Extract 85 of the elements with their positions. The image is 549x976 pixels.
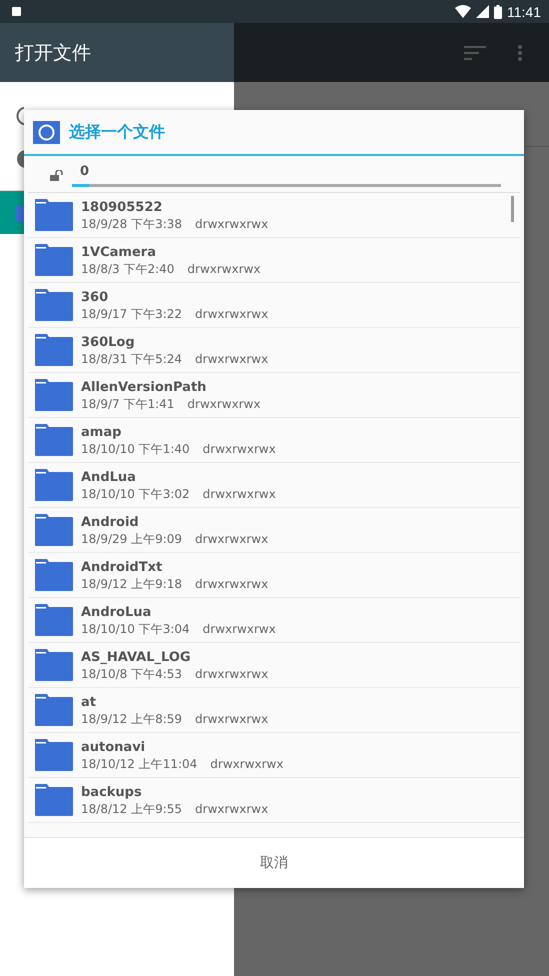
folder-icon	[35, 514, 73, 546]
cancel-button[interactable]: 取消	[240, 846, 308, 880]
file-row[interactable]: Android 18/9/29 上午9:09 drwxrwxrwx	[28, 508, 520, 553]
file-row[interactable]: AndroLua 18/10/10 下午3:04 drwxrwxrwx	[28, 598, 520, 643]
file-row[interactable]: 360Log 18/8/31 下午5:24 drwxrwxrwx	[28, 328, 520, 373]
file-date: 18/9/7 下午1:41	[81, 396, 174, 412]
file-permissions: drwxrwxrwx	[202, 620, 276, 636]
file-permissions: drwxrwxrwx	[210, 756, 284, 772]
file-row[interactable]: AS_HAVAL_LOG 18/10/8 下午4:53 drwxrwxrwx	[28, 643, 520, 688]
file-row[interactable]: AndroidTxt 18/9/12 上午9:18 drwxrwxrwx	[28, 553, 520, 598]
file-row[interactable]: 180905522 18/9/28 下午3:38 drwxrwxrwx	[28, 193, 520, 238]
clock-time: 11:41	[507, 4, 541, 20]
file-name: 360Log	[81, 334, 136, 350]
file-date: 18/8/3 下午2:40	[81, 260, 174, 276]
signal-icon	[476, 5, 489, 18]
file-date: 18/9/12 上午9:18	[81, 576, 182, 592]
folder-icon	[35, 289, 73, 321]
file-name: amap	[81, 424, 122, 440]
file-name: Android	[81, 514, 140, 530]
file-name: 180905522	[81, 198, 164, 216]
file-date: 18/9/28 下午3:38	[81, 216, 182, 232]
file-permissions: drwxrwxrwx	[202, 440, 276, 456]
file-permissions: drwxrwxrwx	[195, 666, 268, 682]
folder-icon	[35, 199, 73, 231]
file-date: 18/9/12 上午8:59	[81, 710, 182, 726]
folder-icon	[35, 784, 73, 816]
file-name: AllenVersionPath	[81, 378, 208, 396]
file-date: 18/9/17 下午3:22	[81, 306, 182, 322]
file-name: AndroLua	[81, 604, 152, 620]
unlock-icon	[50, 170, 64, 181]
folder-icon	[35, 604, 73, 636]
folder-icon	[35, 649, 73, 681]
file-row[interactable]: autonavi 18/10/12 上午11:04 drwxrwxrwx	[28, 733, 520, 778]
file-permissions: drwxrwxrwx	[195, 576, 268, 592]
file-name: 360	[81, 288, 110, 306]
file-row[interactable]: amap 18/10/10 下午1:40 drwxrwxrwx	[28, 418, 520, 463]
file-permissions: drwxrwxrwx	[195, 216, 268, 232]
file-date: 18/9/29 上午9:09	[81, 530, 182, 546]
file-date: 18/10/10 下午3:04	[81, 620, 190, 636]
file-row[interactable]: AllenVersionPath 18/9/7 下午1:41 drwxrwxrwx	[28, 373, 520, 418]
sort-icon[interactable]	[464, 46, 486, 60]
app-title: 打开文件	[15, 40, 91, 66]
file-date: 18/8/12 上午9:55	[81, 800, 182, 816]
folder-icon	[35, 334, 73, 366]
file-permissions: drwxrwxrwx	[202, 486, 276, 502]
file-name: AndLua	[81, 468, 137, 486]
file-permissions: drwxrwxrwx	[187, 260, 261, 276]
file-row[interactable]: backups 18/8/12 上午9:55 drwxrwxrwx	[28, 778, 520, 823]
file-permissions: drwxrwxrwx	[195, 306, 268, 322]
folder-icon	[35, 559, 73, 591]
file-date: 18/10/10 下午3:02	[81, 486, 190, 502]
more-icon[interactable]	[518, 44, 522, 60]
file-permissions: drwxrwxrwx	[195, 800, 268, 816]
file-date: 18/10/12 上午11:04	[81, 756, 198, 772]
folder-icon	[35, 424, 73, 456]
file-date: 18/8/31 下午5:24	[81, 350, 182, 366]
scrollbar[interactable]	[511, 196, 514, 222]
file-permissions: drwxrwxrwx	[195, 350, 268, 366]
notification-icon	[12, 7, 21, 16]
file-name: AS_HAVAL_LOG	[81, 648, 192, 666]
file-name: backups	[81, 784, 143, 800]
file-name: 1VCamera	[81, 244, 157, 260]
folder-icon	[35, 694, 73, 726]
folder-icon	[35, 244, 73, 276]
file-date: 18/10/10 下午1:40	[81, 440, 190, 456]
folder-icon	[35, 379, 73, 411]
file-row[interactable]: 1VCamera 18/8/3 下午2:40 drwxrwxrwx	[28, 238, 520, 283]
file-name: at	[81, 694, 97, 710]
path-text: 0	[79, 164, 90, 179]
file-name: AndroidTxt	[81, 558, 164, 576]
dialog-title: 选择一个文件	[69, 122, 165, 142]
file-date: 18/10/8 下午4:53	[81, 666, 182, 682]
folder-icon	[35, 739, 73, 771]
file-row[interactable]: 360 18/9/17 下午3:22 drwxrwxrwx	[28, 283, 520, 328]
file-permissions: drwxrwxrwx	[187, 396, 261, 412]
wifi-icon	[455, 5, 471, 18]
file-row[interactable]: AndLua 18/10/10 下午3:02 drwxrwxrwx	[28, 463, 520, 508]
file-permissions: drwxrwxrwx	[195, 710, 268, 726]
file-row[interactable]: at 18/9/12 上午8:59 drwxrwxrwx	[28, 688, 520, 733]
folder-icon	[35, 469, 73, 501]
file-permissions: drwxrwxrwx	[195, 530, 268, 546]
file-name: autonavi	[81, 738, 146, 756]
drawer-item[interactable]	[0, 190, 24, 234]
app-icon	[33, 120, 60, 144]
battery-icon	[494, 4, 502, 18]
